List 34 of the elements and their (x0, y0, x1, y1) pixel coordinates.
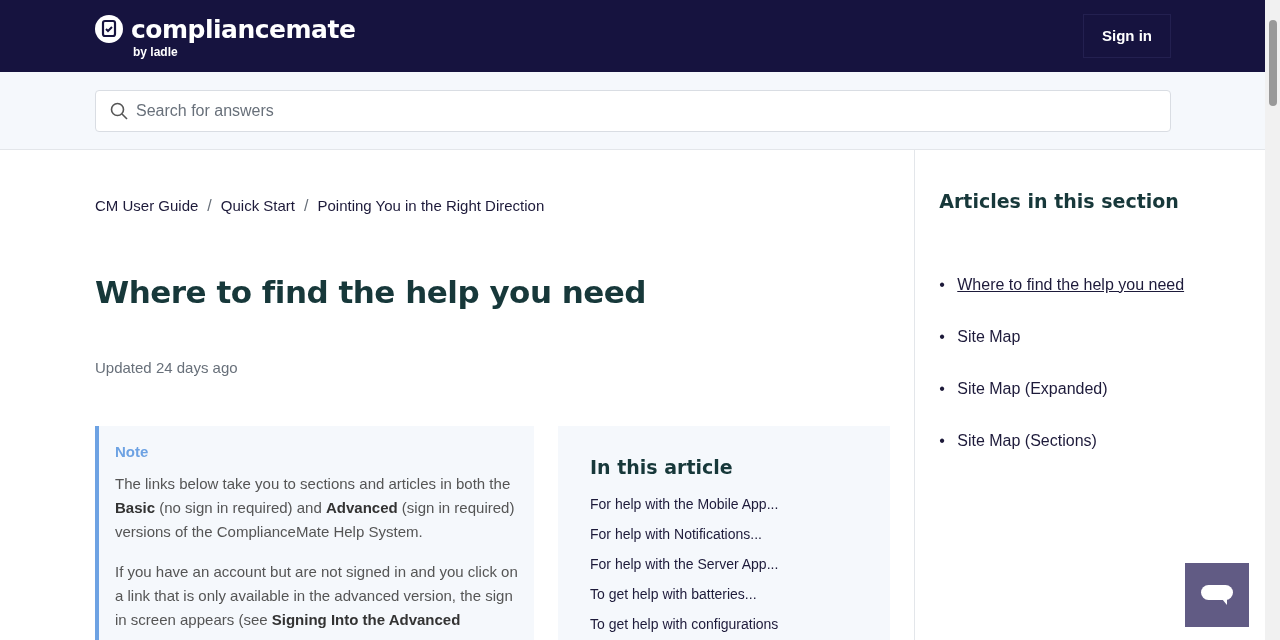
article-title: Where to find the help you need (95, 274, 648, 312)
note-paragraph: If you have an account but are not signed in and you click on a link that is only available in the advanced version, the sign in screen appears (see Signing Into the Advanced (115, 561, 519, 630)
bullet: • (939, 274, 946, 295)
breadcrumb-link[interactable]: Quick Start (220, 194, 295, 218)
bullet: • (939, 430, 946, 451)
note-paragraph: The links below take you to sections and articles in both the Basic (no sign in required) and Advanced (sign in required) versions of the ComplianceMate Help System. (115, 473, 516, 542)
section-heading: Articles in this section (939, 190, 1180, 213)
logo[interactable]: compliancemate by ladle (95, 11, 356, 61)
bullet: • (939, 326, 946, 347)
search-field[interactable]: Search for answers (95, 90, 1171, 132)
sign-in-button[interactable]: Sign in (1083, 13, 1171, 59)
article-link[interactable]: Site Map (Sections) (957, 428, 1097, 453)
article-link[interactable]: Site Map (957, 324, 1021, 349)
toc-link[interactable]: For help with the Server App... (590, 554, 858, 575)
breadcrumb-separator: / (304, 196, 309, 216)
bullet: • (939, 378, 946, 399)
chat-button[interactable] (1185, 563, 1249, 627)
toc-heading: In this article (590, 455, 734, 479)
breadcrumb-link[interactable]: CM User Guide (95, 194, 199, 218)
toc-link[interactable]: For help with Notifications... (590, 524, 858, 545)
toc-link[interactable]: To get help with configurations (590, 614, 858, 635)
breadcrumb-separator: / (207, 196, 212, 216)
breadcrumb-link[interactable]: Pointing You in the Right Direction (317, 194, 545, 218)
toc-link[interactable]: To get help with batteries... (590, 584, 858, 605)
search-icon (110, 102, 128, 120)
updated-date: Updated 24 days ago (95, 358, 239, 379)
logo-text: compliancemate (131, 16, 356, 42)
toc-link[interactable]: For help with the Mobile App... (590, 494, 858, 515)
logo-subtitle: by ladle (133, 44, 179, 61)
article-link[interactable]: Where to find the help you need (957, 272, 1185, 297)
scrollbar[interactable] (1265, 0, 1280, 640)
article-link[interactable]: Site Map (Expanded) (957, 376, 1108, 401)
note-title: Note (115, 441, 150, 462)
logo-icon (95, 15, 123, 43)
